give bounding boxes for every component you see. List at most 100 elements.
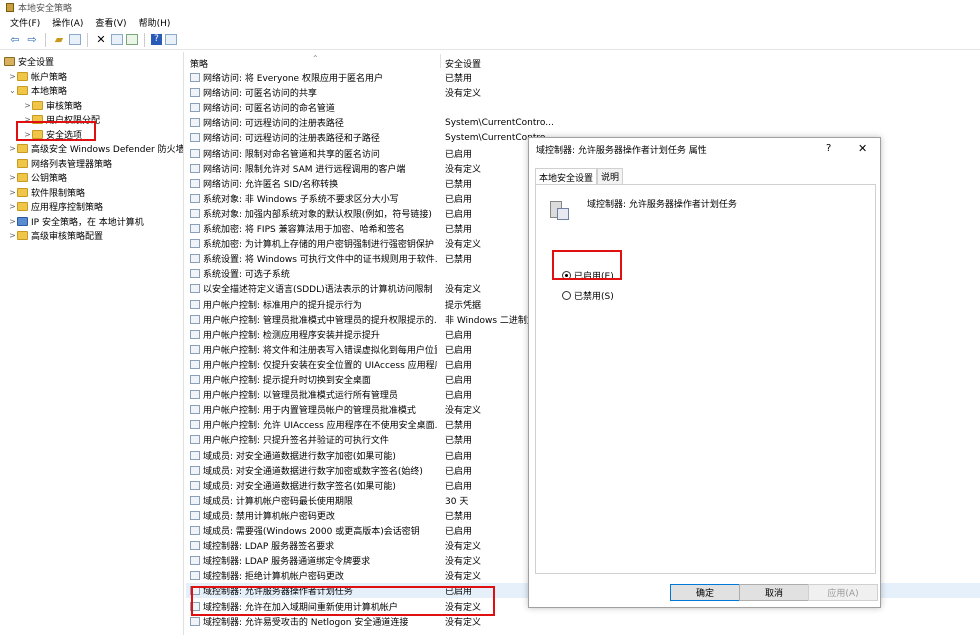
policy-item-icon — [190, 88, 200, 98]
security-setting-cell: 已启用 — [445, 451, 473, 462]
policy-item-icon — [190, 73, 200, 82]
policy-item-icon — [190, 118, 200, 128]
chevron-right-icon[interactable]: > — [8, 144, 17, 153]
menu-help[interactable]: 帮助(H) — [139, 16, 171, 29]
security-setting-cell: 已启用 — [445, 376, 473, 386]
help-icon[interactable]: ? — [151, 34, 162, 45]
up-folder-icon[interactable]: ▰ — [52, 33, 66, 47]
security-setting-cell: 已禁用 — [445, 421, 473, 432]
column-header-setting[interactable]: 安全设置 — [445, 57, 481, 70]
tree-item-advanced-audit[interactable]: > 高级审核策略配置 — [8, 229, 103, 242]
dialog-title: 域控制器: 允许服务器操作者计划任务 属性 — [536, 145, 707, 156]
tree-item-network-list[interactable]: 网络列表管理器策略 — [17, 157, 112, 170]
tree-item-public-key[interactable]: > 公钥策略 — [8, 171, 67, 184]
column-divider[interactable] — [440, 54, 441, 68]
policy-item-icon — [190, 208, 200, 218]
export-icon[interactable] — [126, 34, 138, 45]
security-setting-cell: 没有定义 — [445, 285, 482, 296]
help-button[interactable]: ? — [826, 143, 831, 154]
tree-item-firewall[interactable]: > 高级安全 Windows Defender 防火墙 — [8, 142, 183, 155]
highlight-box — [191, 586, 495, 616]
policy-name-cell: 域成员: 对安全通道数据进行数字加密或数字签名(始终) — [203, 466, 423, 477]
forward-icon[interactable]: ⇨ — [25, 33, 39, 47]
folder-icon — [17, 188, 28, 197]
list-header: 策略 ⌃ 安全设置 — [186, 54, 980, 70]
security-setting-cell: 已启用 — [445, 527, 473, 537]
security-setting-cell: 非 Windows 二进制文 — [445, 315, 536, 326]
policy-item-icon — [190, 571, 200, 581]
policy-name-cell: 用户帐户控制: 将文件和注册表写入错误虚拟化到每用户位置 — [203, 345, 437, 356]
sort-ascending-icon: ⌃ — [312, 54, 319, 63]
chevron-down-icon[interactable]: ⌄ — [8, 86, 17, 95]
menu-action[interactable]: 操作(A) — [52, 16, 83, 29]
policy-item-icon — [190, 329, 200, 339]
security-setting-cell: 已禁用 — [445, 74, 473, 84]
chevron-right-icon[interactable]: > — [8, 173, 17, 182]
menu-view[interactable]: 查看(V) — [95, 16, 126, 29]
apply-button[interactable]: 应用(A) — [808, 584, 878, 601]
security-setting-cell: 已禁用 — [445, 179, 473, 190]
policy-name-cell: 网络访问: 可远程访问的注册表路径和子路径 — [203, 134, 380, 145]
policy-name-cell: 网络访问: 限制允许对 SAM 进行远程调用的客户端 — [203, 164, 406, 175]
tree-item-local-policies[interactable]: ⌄ 本地策略 — [8, 84, 67, 97]
tree-item-account-policies[interactable]: > 帐户策略 — [8, 70, 67, 83]
window-title: 本地安全策略 — [18, 4, 73, 14]
back-icon[interactable]: ⇦ — [8, 33, 22, 47]
chevron-right-icon[interactable]: > — [8, 72, 17, 81]
properties-icon[interactable] — [111, 34, 123, 45]
security-setting-cell: 没有定义 — [445, 542, 482, 553]
security-setting-cell: 没有定义 — [445, 164, 482, 175]
policy-item-icon — [190, 133, 200, 143]
chevron-right-icon[interactable]: > — [8, 188, 17, 197]
tab-explain[interactable]: 说明 — [597, 168, 624, 184]
chevron-right-icon[interactable]: > — [8, 217, 17, 226]
tab-local-security-setting[interactable]: 本地安全设置 — [535, 168, 598, 185]
radio-button-unchecked[interactable] — [562, 291, 571, 300]
policy-item-icon — [190, 269, 200, 279]
table-row[interactable]: 网络访问: 可匿名访问的共享 没有定义 — [186, 85, 980, 100]
radio-disabled[interactable]: 已禁用(S) — [562, 289, 614, 302]
tree-item-security-settings[interactable]: 安全设置 — [4, 55, 54, 68]
ok-button[interactable]: 确定 — [670, 584, 740, 601]
policy-item-icon — [190, 450, 200, 460]
policy-name-cell: 网络访问: 可远程访问的注册表路径 — [203, 119, 344, 130]
view-icon[interactable] — [165, 34, 177, 45]
cancel-button[interactable]: 取消 — [739, 584, 809, 601]
policy-item-icon — [190, 163, 200, 173]
policy-item-icon — [190, 359, 200, 369]
tree-item-app-control[interactable]: > 应用程序控制策略 — [8, 200, 103, 213]
security-setting-cell: 已启用 — [445, 194, 473, 205]
chevron-right-icon[interactable]: > — [8, 231, 17, 240]
table-row[interactable]: 网络访问: 可远程访问的注册表路径 System\CurrentContro... — [186, 115, 980, 130]
table-row[interactable]: 网络访问: 将 Everyone 权限应用于匿名用户 已禁用 — [186, 70, 980, 85]
tree-item-audit-policy[interactable]: > 审核策略 — [23, 99, 82, 112]
security-setting-cell: 已启用 — [445, 345, 473, 356]
delete-icon[interactable]: ✕ — [94, 33, 108, 47]
column-header-policy[interactable]: 策略 — [190, 57, 208, 70]
policy-item-icon — [190, 148, 200, 158]
close-button[interactable]: ✕ — [858, 142, 867, 155]
policy-name-cell: 网络访问: 限制对命名管道和共享的匿名访问 — [203, 149, 380, 160]
folder-icon — [17, 173, 28, 182]
security-setting-cell: 没有定义 — [445, 406, 482, 417]
radio-disabled-label[interactable]: 已禁用(S) — [574, 289, 614, 302]
policy-name-cell: 用户帐户控制: 允许 UIAccess 应用程序在不使用安全桌面... — [203, 421, 437, 432]
table-row[interactable]: 网络访问: 可匿名访问的命名管道 — [186, 100, 980, 115]
toolbar: ⇦ ⇨ ▰ ✕ ? — [0, 30, 980, 50]
policy-item-icon — [190, 314, 200, 324]
policy-name-cell: 用户帐户控制: 只提升签名并验证的可执行文件 — [203, 436, 389, 447]
policy-name-cell: 域成员: 对安全通道数据进行数字签名(如果可能) — [203, 481, 396, 492]
show-tree-icon[interactable] — [69, 34, 81, 45]
window-titlebar: 本地安全策略 — [0, 0, 980, 15]
folder-icon — [17, 144, 28, 153]
policy-name-cell: 域成员: 计算机帐户密码最长使用期限 — [203, 496, 353, 507]
chevron-right-icon[interactable]: > — [23, 101, 32, 110]
security-setting-cell: 已启用 — [445, 209, 473, 220]
menu-file[interactable]: 文件(F) — [10, 16, 40, 29]
toolbar-separator — [87, 32, 88, 47]
chevron-right-icon[interactable]: > — [8, 202, 17, 211]
security-setting-cell: 已禁用 — [445, 436, 473, 447]
tree-item-software-restriction[interactable]: > 软件限制策略 — [8, 186, 85, 199]
tree-item-ip-security[interactable]: > IP 安全策略，在 本地计算机 — [8, 215, 144, 228]
policy-name-cell: 域控制器: LDAP 服务器通道绑定令牌要求 — [203, 557, 371, 568]
